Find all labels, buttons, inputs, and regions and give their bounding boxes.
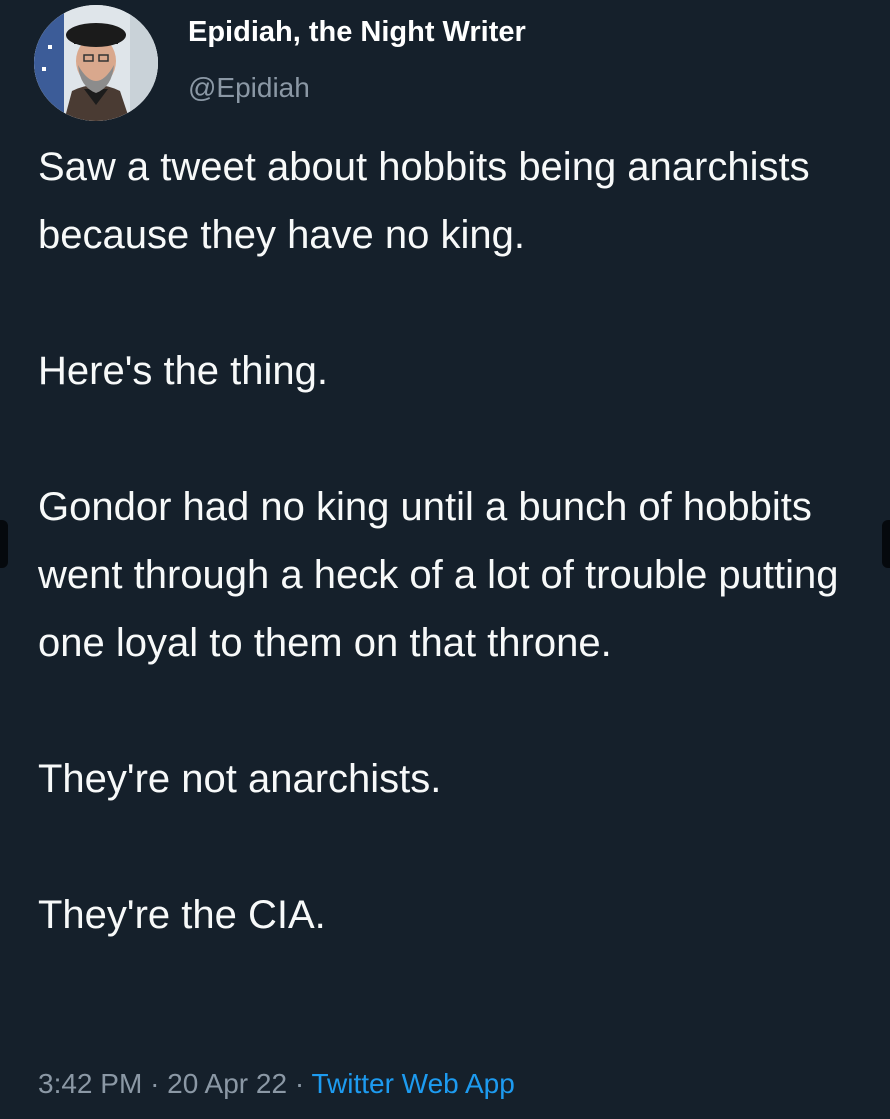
tweet-paragraph: Saw a tweet about hobbits being anarchis… [38, 145, 810, 257]
tweet-paragraph: Gondor had no king until a bunch of hobb… [38, 485, 839, 665]
author-display-name[interactable]: Epidiah, the Night Writer [188, 14, 526, 50]
tweet-time[interactable]: 3:42 PM [38, 1068, 142, 1099]
tweet-card: Epidiah, the Night Writer @Epidiah Saw a… [0, 0, 890, 1119]
tweet-metadata: 3:42 PM · 20 Apr 22 · Twitter Web App [38, 1064, 515, 1104]
author-handle[interactable]: @Epidiah [188, 70, 310, 106]
avatar-photo [34, 5, 158, 121]
right-edge-artifact [882, 520, 890, 568]
avatar[interactable] [34, 5, 158, 121]
tweet-source-link[interactable]: Twitter Web App [311, 1068, 514, 1099]
meta-separator: · [150, 1068, 160, 1099]
meta-separator: · [294, 1068, 305, 1099]
left-edge-artifact [0, 520, 8, 568]
tweet-paragraph: They're the CIA. [38, 893, 326, 937]
tweet-paragraph: They're not anarchists. [38, 757, 442, 801]
tweet-date[interactable]: 20 Apr 22 [167, 1068, 287, 1099]
tweet-body: Saw a tweet about hobbits being anarchis… [38, 133, 878, 949]
tweet-paragraph: Here's the thing. [38, 349, 329, 393]
